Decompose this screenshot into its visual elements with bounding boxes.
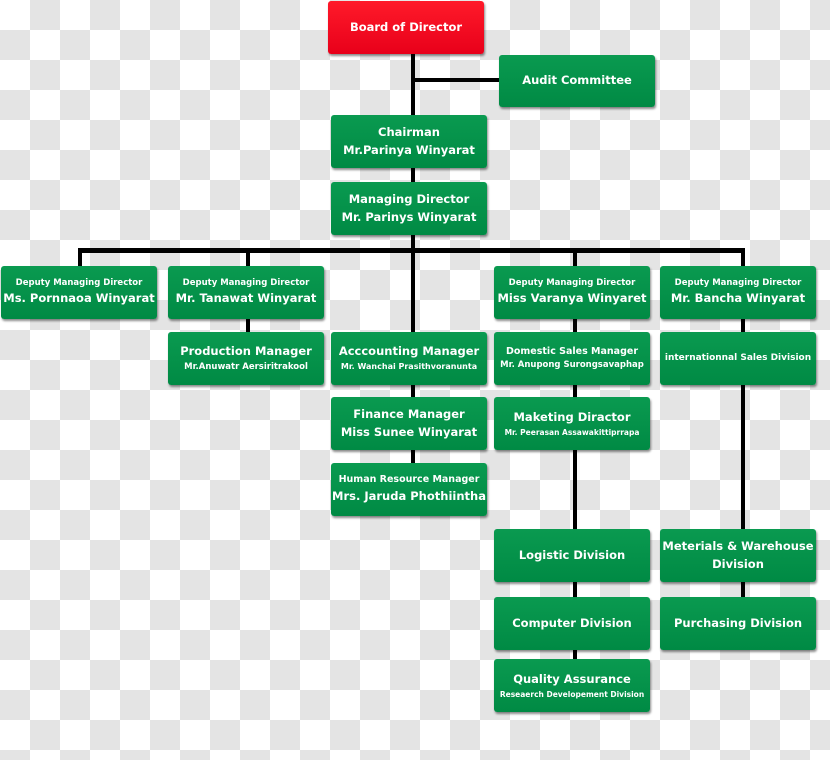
- box-title: Human Resource Manager: [338, 474, 480, 486]
- box-name: Mr.Parinya Winyarat: [343, 142, 475, 157]
- box-title: Computer Division: [512, 615, 632, 630]
- box-name: Mrs. Jaruda Phothiintha: [332, 488, 486, 503]
- deputy-box-4: Deputy Managing Director Mr. Bancha Winya…: [660, 266, 816, 319]
- box-title: Quality Assurance: [513, 671, 631, 686]
- box-title: Acccounting Manager: [338, 344, 480, 359]
- domestic-sales-manager-box: Domestic Sales Manager Mr. Anupong Surong…: [494, 332, 650, 385]
- chairman-box: Chairman Mr.Parinya Winyarat: [331, 115, 487, 168]
- box-title: Purchasing Division: [673, 615, 803, 630]
- connector-audit: [413, 78, 499, 82]
- box-name: Miss Sunee Winyarat: [340, 424, 478, 439]
- materials-warehouse-box: Meterials & Warehouse Division: [660, 529, 816, 582]
- audit-committee-box: Audit Committee: [499, 55, 655, 107]
- marketing-director-box: Maketing Diractor Mr. Peerasan Assawakitt…: [494, 397, 650, 450]
- box-title: Finance Manager: [353, 406, 465, 421]
- box-title: Deputy Managing Director: [182, 278, 310, 288]
- box-title: Managing Director: [348, 191, 470, 206]
- box-title: Maketing Diractor: [513, 409, 631, 424]
- accounting-manager-box: Acccounting Manager Mr. Wanchai Prasithvo…: [331, 332, 487, 385]
- box-title: Audit Committee: [522, 73, 632, 88]
- box-title: Domestic Sales Manager: [505, 345, 639, 357]
- box-title-line2: Division: [712, 556, 764, 571]
- box-title: Deputy Managing Director: [674, 278, 802, 288]
- finance-manager-box: Finance Manager Miss Sunee Winyarat: [331, 397, 487, 450]
- computer-division-box: Computer Division: [494, 597, 650, 650]
- box-name: Mr. Peerasan Assawakittiprrapa: [504, 427, 640, 437]
- box-title: Board of Director: [349, 19, 463, 34]
- managing-director-box: Managing Director Mr. Parinys Winyarat: [331, 182, 487, 235]
- international-sales-box: internationnal Sales Division: [660, 332, 816, 385]
- quality-assurance-box: Quality Assurance Reseaerch Developement …: [494, 659, 650, 712]
- box-name: Mr. Bancha Winyarat: [670, 291, 806, 306]
- box-title: Deputy Managing Director: [15, 278, 143, 288]
- deputy-box-1: Deputy Managing Director Ms. Pornnaoa Win…: [1, 266, 157, 319]
- hr-manager-box: Human Resource Manager Mrs. Jaruda Phothi…: [331, 463, 487, 516]
- box-name: Mr. Tanawat Winyarat: [175, 291, 317, 306]
- box-subtitle: Reseaerch Developement Division: [499, 689, 645, 699]
- deputy-box-2: Deputy Managing Director Mr. Tanawat Winy…: [168, 266, 324, 319]
- connector-horizontal-bar: [78, 248, 745, 253]
- box-name: Miss Varanya Winyaret: [497, 291, 647, 306]
- box-title: internationnal Sales Division: [664, 352, 812, 363]
- box-name: Mr. Wanchai Prasithvoranunta: [340, 362, 478, 372]
- board-of-director-box: Board of Director: [328, 1, 484, 54]
- box-name: Mr. Anupong Surongsavaphap: [500, 360, 644, 371]
- production-manager-box: Production Manager Mr.Anuwatr Aersiritrak…: [168, 332, 324, 385]
- connector-deputy-1: [78, 250, 82, 266]
- box-title: Deputy Managing Director: [508, 278, 636, 288]
- purchasing-division-box: Purchasing Division: [660, 597, 816, 650]
- box-name: Mr.Anuwatr Aersiritrakool: [184, 361, 308, 372]
- box-title: Chairman: [378, 124, 440, 139]
- box-title: Meterials & Warehouse: [662, 538, 814, 553]
- box-title: Logistic Division: [518, 547, 626, 562]
- box-name: Mr. Parinys Winyarat: [341, 209, 477, 224]
- box-title: Production Manager: [180, 344, 312, 358]
- box-name: Ms. Pornnaoa Winyarat: [3, 291, 155, 306]
- logistic-division-box: Logistic Division: [494, 529, 650, 582]
- deputy-box-3: Deputy Managing Director Miss Varanya Win…: [494, 266, 650, 319]
